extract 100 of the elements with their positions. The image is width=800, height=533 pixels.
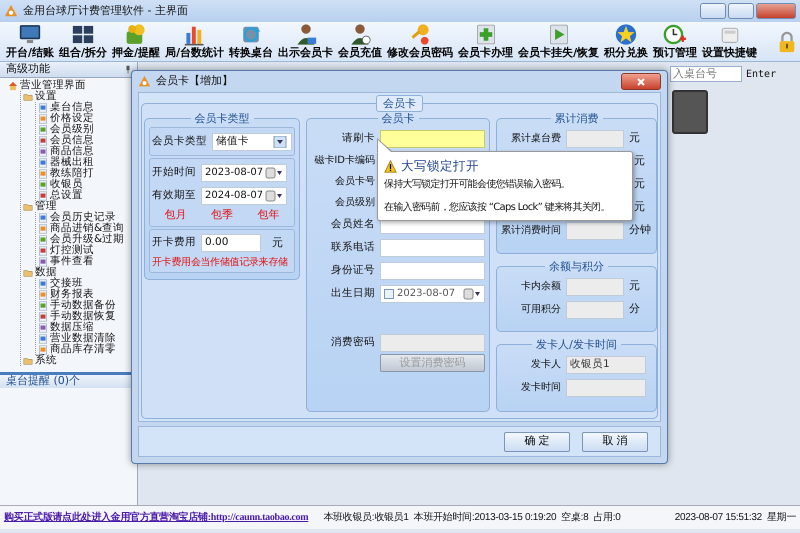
tree-item[interactable]: 商品进销&查询 [38,223,137,234]
tree-item[interactable]: 手动数据恢复 [38,311,137,322]
unit-label: 元 [634,199,645,216]
tree-item[interactable]: 事件查看 [38,256,137,267]
tree-item[interactable]: 系统 [23,355,137,366]
text-field[interactable] [566,222,624,240]
field-label: 磁卡ID卡编码 [313,154,375,168]
unit-label: 元 [634,176,645,192]
tree-item[interactable]: 数据 [23,267,137,278]
tree-item[interactable]: 财务报表 [38,289,137,300]
field-label: 会员卡号 [334,174,375,190]
fee-field[interactable]: 0.00 [201,234,261,252]
toolbar-button[interactable]: 会员充值 [336,22,384,59]
tree-item[interactable]: 会员升级&过期 [38,234,137,245]
store-link[interactable]: 购买正式版请点此处进入金用官方直营淘宝店铺:http://caunn.taobao.com [4,510,308,525]
close-icon [636,76,646,87]
tooltip-text: 保持大写锁定打开可能会使您错误输入密码。 [384,178,572,191]
unit-label: 分钟 [629,222,651,238]
group-title: 累计消费 [554,112,600,126]
text-field[interactable] [566,278,624,296]
dropdown-button[interactable] [265,190,283,202]
tree-item[interactable]: 收银员 [38,179,137,190]
text-field[interactable] [566,378,646,397]
checkbox[interactable] [384,288,394,299]
tooltip-text: 在输入密码前，您应该按 “Caps Lock” 键来将其关闭。 [384,200,611,214]
toolbar-button[interactable]: 会员卡挂失/恢复 [516,22,602,59]
toolbar-button[interactable]: 转换桌台 [227,22,276,59]
tree-item[interactable]: 会员级别 [38,124,137,135]
tree-item[interactable]: 总设置 [38,190,137,201]
tree-item[interactable]: 教练陪打 [38,168,137,179]
toolbar-button[interactable]: 会员卡办理 [456,22,516,59]
tree-item[interactable]: 会员历史记录 [38,212,137,223]
toolbar-button[interactable]: 开台/结账 [4,22,56,59]
tree-item[interactable]: 营业数据清除 [38,333,137,344]
group-title: 发卡人/发卡时间 [535,338,618,352]
date-field[interactable]: 2023-08-07 [380,284,485,303]
field-label: 可用积分 [520,303,561,318]
tree-item[interactable]: 商品信息 [38,146,137,157]
dialog-button[interactable]: 确 定 [504,432,570,452]
app-logo-icon [138,75,151,88]
search-field[interactable]: 入桌台号 [670,66,742,82]
warning-icon [384,160,397,173]
field-label: 消费密码 [330,334,375,350]
tree-item[interactable]: 营业管理界面 [8,80,137,91]
tree-item[interactable]: 管理 [23,201,137,212]
text-field[interactable] [380,262,485,280]
status-text: 星期一 [766,510,796,525]
unit-label: 元 [629,130,640,146]
app-logo-icon [4,4,18,18]
status-text: 本班收银员:收银员1 [323,510,409,525]
field-label: 出生日期 [330,286,375,301]
toolbar-button[interactable]: 押金/提醒 [110,22,162,59]
text-field[interactable]: 收银员1 [566,356,646,374]
toolbar-button[interactable]: 局/台数统计 [163,22,226,59]
dropdown-button[interactable] [265,166,283,179]
tree-item[interactable]: 设置 [23,91,137,102]
group-title: 会员卡类型 [194,112,250,126]
window-title: 金用台球厅计费管理软件 - 主界面 [23,2,188,19]
minimize-button[interactable] [700,3,726,19]
tree-item[interactable]: 灯控测试 [38,245,137,256]
toolbar-button[interactable]: 积分兑换 [602,22,650,59]
field-label: 累计桌台费 [510,132,561,146]
tree-item[interactable]: 桌台信息 [38,102,137,113]
tree-item[interactable]: 数据压缩 [38,322,137,333]
folder-icon [23,92,33,102]
folder-icon [23,268,33,278]
field-label: 请刷卡 [341,130,375,146]
text-field[interactable] [380,238,485,257]
date-field[interactable]: 2024-08-07 [201,186,287,205]
tree-item[interactable]: 交接班 [38,278,137,289]
close-button[interactable] [621,73,661,90]
tree-item[interactable]: 器械出租 [38,157,137,168]
tree-item[interactable]: 商品库存清零 [38,344,137,355]
toolbar-button[interactable]: 出示会员卡 [276,22,336,59]
toolbar-button[interactable]: 设置快捷键 [700,22,760,59]
text-field[interactable] [380,130,485,148]
dialog-title: 会员卡【增加】 [156,73,233,90]
pin-icon[interactable] [125,65,131,74]
toolbar-button[interactable]: 修改会员密码 [385,22,456,59]
unit-label: 元 [272,234,283,251]
text-field[interactable] [566,300,624,319]
tree-item[interactable]: 手动数据备份 [38,300,137,311]
status-text: 2023-08-07 15:51:32 [674,511,762,525]
dropdown-button[interactable] [463,288,481,300]
clock-icon [662,22,688,47]
status-text: 占用:0 [593,510,620,525]
toolbar-button[interactable]: 预订管理 [651,22,700,59]
select-field[interactable]: 储值卡 [212,132,292,151]
tree-item[interactable]: 会员信息 [38,135,137,146]
field-label: 联系电话 [330,240,375,255]
toolbar-button[interactable]: 组合/拆分 [57,22,110,59]
folder-icon [23,202,33,212]
group-title: 余额与积分 [548,260,605,274]
enter-label: Enter [746,68,778,82]
date-field[interactable]: 2023-08-07 [201,164,287,182]
text-field[interactable] [566,130,624,148]
table-tile[interactable] [672,90,708,134]
maximize-button[interactable] [728,3,754,19]
dialog-button[interactable]: 取 消 [582,432,648,452]
tree-item[interactable]: 价格设定 [38,113,137,124]
